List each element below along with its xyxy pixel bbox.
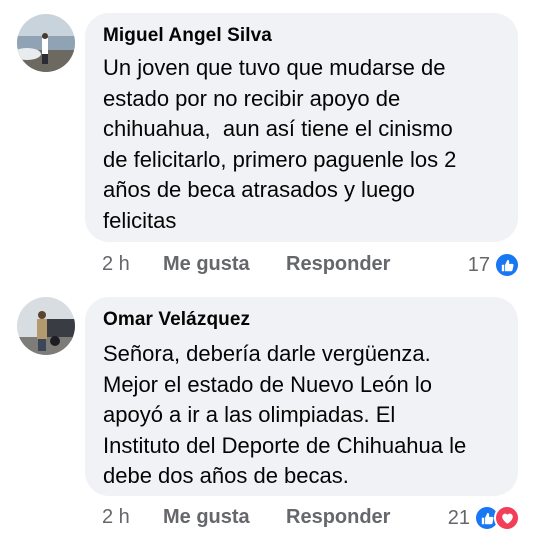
reaction-summary[interactable]: 21: [448, 505, 520, 531]
reaction-summary[interactable]: 17: [468, 252, 520, 278]
reply-button[interactable]: Responder: [286, 506, 390, 529]
like-icon: [494, 252, 520, 278]
avatar[interactable]: [17, 297, 75, 355]
like-button[interactable]: Me gusta: [163, 253, 250, 276]
reaction-count: 17: [467, 253, 490, 276]
comment-timestamp[interactable]: 2 h: [102, 506, 130, 529]
comment-timestamp[interactable]: 2 h: [102, 253, 130, 276]
love-icon: [494, 505, 520, 531]
comment: Omar Velázquez Señora, debería darle ver…: [0, 0, 537, 531]
like-button[interactable]: Me gusta: [163, 506, 250, 529]
reaction-count: 21: [447, 506, 470, 529]
reply-button[interactable]: Responder: [286, 253, 390, 276]
comment-author[interactable]: Omar Velázquez: [103, 309, 250, 331]
comment-text: Señora, debería darle vergüenza. Mejor e…: [103, 341, 467, 488]
